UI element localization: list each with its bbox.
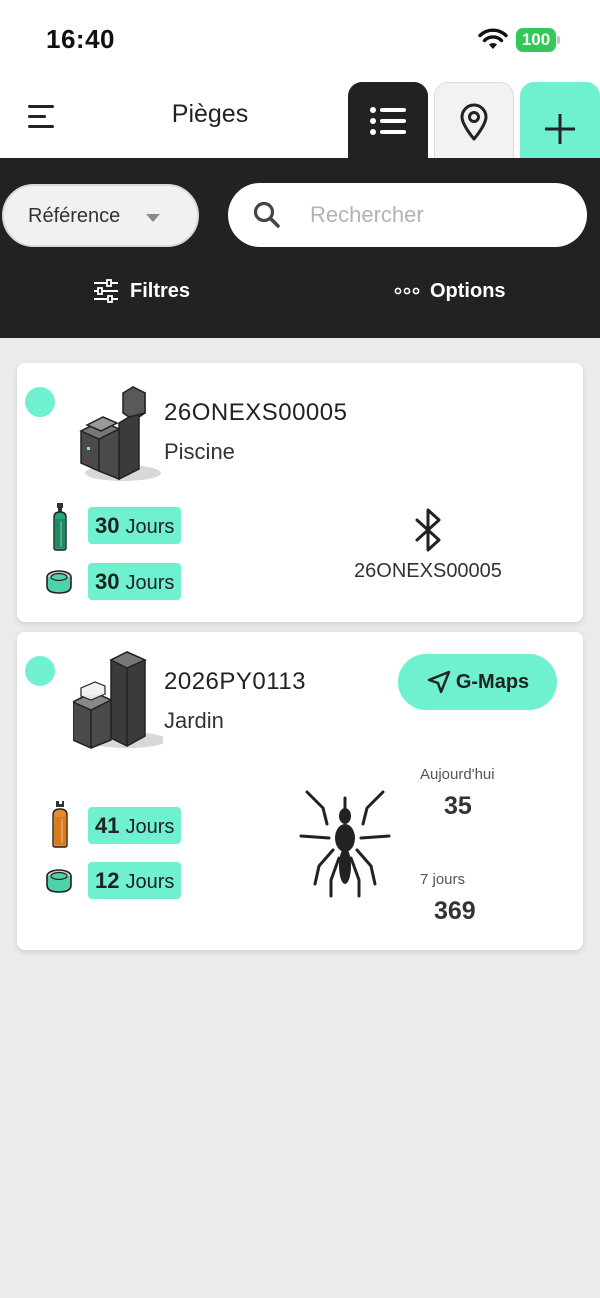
status-dot <box>25 387 55 417</box>
chevron-down-icon <box>146 214 160 222</box>
status-dot <box>25 656 55 686</box>
gas-days-value: 30 <box>95 513 120 538</box>
trap-location: Piscine <box>164 439 235 464</box>
trap-reference: 2026PY0113 <box>164 668 307 695</box>
trap-card[interactable]: 2026PY0113 Jardin G-Maps 41 Jours 12 Jours <box>17 632 583 950</box>
lure-days-value: 30 <box>95 569 120 594</box>
today-count: 35 <box>444 792 472 820</box>
navigation-arrow-icon <box>427 670 451 694</box>
bluetooth-icon <box>415 508 441 552</box>
filters-label: Filtres <box>130 279 191 302</box>
gas-days-badge: 30 Jours <box>88 507 182 544</box>
sliders-icon <box>94 279 118 303</box>
tab-map-view[interactable] <box>434 82 514 160</box>
sort-select[interactable]: Référence <box>2 184 199 247</box>
battery-indicator: 100 <box>516 28 560 52</box>
days-unit: Jours <box>125 871 175 893</box>
lure-days-badge: 30 Jours <box>88 563 182 600</box>
trap-location: Jardin <box>164 708 224 733</box>
app-header: Pièges <box>0 80 600 160</box>
more-dots-icon <box>394 287 420 295</box>
status-time: 16:40 <box>46 24 115 54</box>
trap-device-image <box>73 651 163 749</box>
wifi-icon <box>478 28 508 49</box>
gas-bottle-icon <box>53 503 67 551</box>
gas-bottle-icon <box>52 801 68 848</box>
page-title: Pièges <box>171 100 249 128</box>
lure-cup-icon <box>46 570 72 594</box>
gas-days-badge: 41 Jours <box>88 807 182 844</box>
trap-card[interactable]: 26ONEXS00005 Piscine 30 Jours 30 Jours 26O… <box>17 363 583 622</box>
mosquito-icon <box>299 790 391 898</box>
today-label: Aujourd'hui <box>420 766 495 783</box>
battery-level: 100 <box>521 30 551 49</box>
map-pin-icon <box>460 103 488 140</box>
add-trap-button[interactable] <box>520 82 600 160</box>
bluetooth-device-id: 26ONEXS00005 <box>354 560 502 582</box>
status-bar: 16:40 100 <box>0 0 600 80</box>
trap-device-image <box>79 385 161 481</box>
plus-icon <box>545 114 575 144</box>
search-icon <box>253 201 280 228</box>
sort-select-value: Référence <box>28 205 121 227</box>
options-label: Options <box>430 279 506 302</box>
lure-cup-icon <box>46 869 72 893</box>
week-label: 7 jours <box>420 871 466 888</box>
trap-reference: 26ONEXS00005 <box>164 399 348 426</box>
lure-days-value: 12 <box>95 868 120 893</box>
week-count: 369 <box>434 897 476 925</box>
tab-list-view[interactable] <box>348 82 428 160</box>
days-unit: Jours <box>125 516 175 538</box>
lure-days-badge: 12 Jours <box>88 862 182 899</box>
menu-icon[interactable] <box>28 102 60 132</box>
days-unit: Jours <box>125 816 175 838</box>
gas-days-value: 41 <box>95 813 120 838</box>
google-maps-button[interactable]: G-Maps <box>398 654 557 710</box>
search-input[interactable] <box>310 195 560 235</box>
options-button[interactable]: Options <box>394 276 506 306</box>
filters-button[interactable]: Filtres <box>92 276 190 306</box>
days-unit: Jours <box>125 572 175 594</box>
filter-toolbar: Référence Filtres Options <box>0 158 600 338</box>
search-box[interactable] <box>228 183 587 247</box>
google-maps-label: G-Maps <box>455 670 530 693</box>
list-icon <box>370 107 406 135</box>
